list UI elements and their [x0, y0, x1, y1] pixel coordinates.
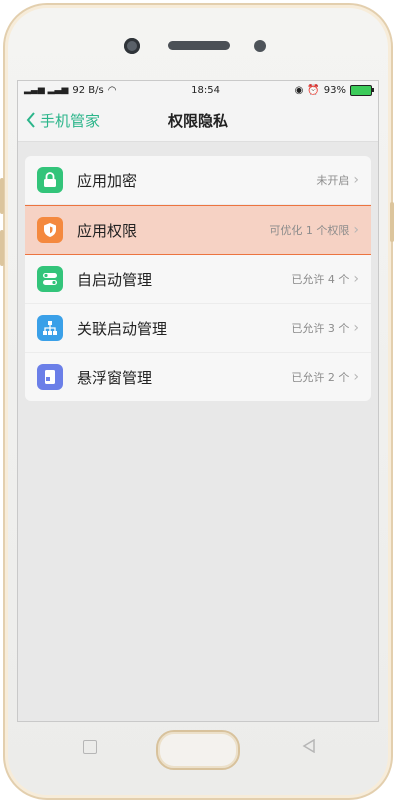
network-speed: 92 B/s [72, 84, 104, 96]
volume-button-2 [0, 230, 4, 266]
item-label: 自启动管理 [77, 270, 153, 289]
item-label: 关联启动管理 [77, 319, 168, 338]
lock-icon [37, 167, 63, 193]
proximity-sensor [254, 40, 266, 52]
front-camera [124, 38, 140, 54]
volume-button [0, 178, 4, 214]
chevron-left-icon [26, 112, 35, 128]
settings-list: 应用加密 未开启 › 应用权限 可优化 1 个权限 › 自启动管理 已允许 4 … [25, 156, 371, 401]
item-linked-start[interactable]: 关联启动管理 已允许 3 个 › [25, 304, 371, 353]
nfc-icon: ◉ [294, 84, 304, 96]
window-icon [37, 364, 63, 390]
toggle-icon [37, 266, 63, 292]
tree-icon [37, 315, 63, 341]
screen: ▂▃▅ ▂▃▅ 92 B/s ◠ 18:54 ◉ ⏰ 93% 手机管家 权限隐私… [17, 80, 379, 722]
item-value: 已允许 2 个 [291, 371, 350, 384]
item-value: 已允许 4 个 [291, 273, 350, 286]
nav-bar: 手机管家 权限隐私 [18, 99, 378, 142]
back-triangle-icon[interactable] [302, 739, 316, 753]
alarm-icon: ⏰ [307, 84, 320, 96]
status-bar: ▂▃▅ ▂▃▅ 92 B/s ◠ 18:54 ◉ ⏰ 93% [18, 81, 378, 99]
chevron-right-icon: › [353, 369, 359, 385]
battery-icon [350, 84, 374, 96]
battery-percent: 93% [323, 84, 346, 96]
item-app-lock[interactable]: 应用加密 未开启 › [25, 156, 371, 205]
item-floating-window[interactable]: 悬浮窗管理 已允许 2 个 › [25, 353, 371, 401]
status-time: 18:54 [191, 84, 220, 96]
item-value: 已允许 3 个 [291, 322, 350, 335]
chevron-right-icon: › [353, 320, 359, 336]
recent-apps-button[interactable] [83, 740, 97, 754]
chevron-right-icon: › [353, 172, 359, 188]
item-label: 应用加密 [77, 171, 138, 190]
chevron-right-icon: › [353, 222, 359, 238]
shield-icon [37, 217, 63, 243]
hardware-nav [17, 722, 377, 778]
item-app-permissions[interactable]: 应用权限 可优化 1 个权限 › [25, 205, 371, 255]
item-value: 可优化 1 个权限 [269, 224, 350, 237]
item-autostart[interactable]: 自启动管理 已允许 4 个 › [25, 255, 371, 304]
chevron-right-icon: › [353, 271, 359, 287]
back-button[interactable]: 手机管家 [26, 99, 100, 141]
item-label: 应用权限 [77, 221, 138, 240]
wifi-icon: ◠ [107, 84, 117, 96]
item-value: 未开启 [316, 174, 350, 187]
earpiece-speaker [168, 41, 230, 50]
power-button [390, 202, 394, 242]
back-label: 手机管家 [40, 111, 101, 130]
item-label: 悬浮窗管理 [77, 368, 153, 387]
home-button[interactable] [156, 730, 240, 770]
signal-icon: ▂▃▅ ▂▃▅ [24, 85, 69, 95]
